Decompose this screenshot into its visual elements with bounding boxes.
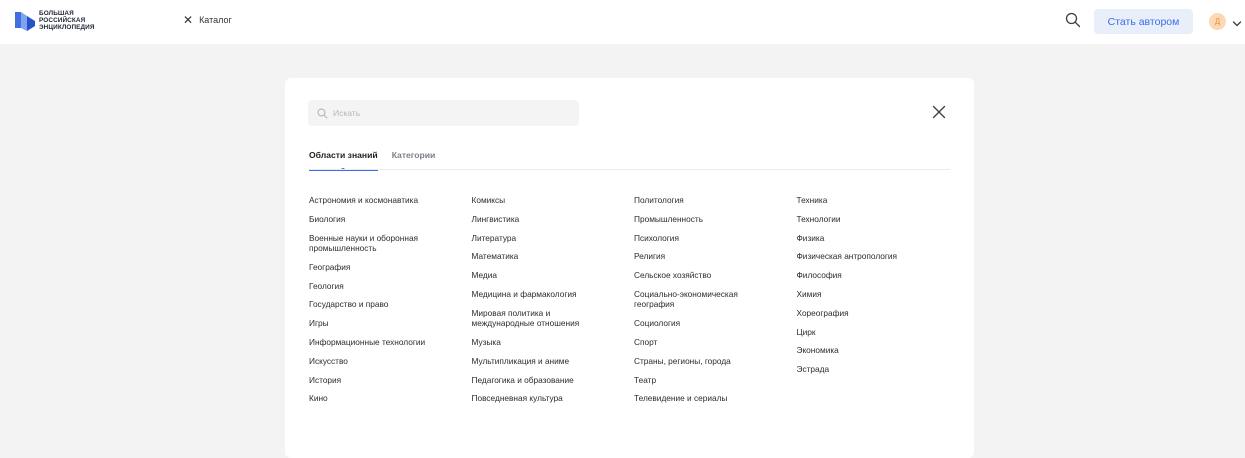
list-item[interactable]: Мультипликация и аниме — [472, 356, 635, 367]
list-item[interactable]: Педагогика и образование — [472, 375, 635, 386]
catalog-tabs: Области знаний Категории — [309, 150, 449, 171]
catalog-search-input[interactable] — [333, 108, 563, 118]
list-item[interactable]: Технологии — [797, 214, 960, 225]
column-1: Астрономия и космонавтика Биология Военн… — [309, 195, 472, 412]
avatar[interactable]: Д — [1209, 13, 1226, 30]
catalog-panel: Области знаний Категории Астрономия и ко… — [285, 78, 974, 458]
search-field-icon — [317, 107, 328, 119]
list-item[interactable]: Техника — [797, 195, 960, 206]
catalog-toggle-button[interactable]: ✕ Каталог — [183, 14, 232, 26]
list-item[interactable]: Медицина и фармакология — [472, 289, 635, 300]
list-item[interactable]: История — [309, 375, 472, 386]
list-item[interactable]: Искусство — [309, 356, 472, 367]
list-item[interactable]: Психология — [634, 233, 797, 244]
column-4: Техника Технологии Физика Физическая ант… — [797, 195, 960, 412]
list-item[interactable]: Философия — [797, 270, 960, 281]
logo-line-1: БОЛЬШАЯ — [39, 9, 74, 17]
list-item[interactable]: Геология — [309, 281, 472, 292]
list-item[interactable]: Физическая антропология — [797, 251, 960, 262]
list-item[interactable]: Математика — [472, 251, 635, 262]
logo-mark-icon — [15, 9, 35, 31]
list-item[interactable]: Физика — [797, 233, 960, 244]
list-item[interactable]: Сельское хозяйство — [634, 270, 797, 281]
list-item[interactable]: Литература — [472, 233, 635, 244]
list-item[interactable]: Государство и право — [309, 299, 472, 310]
catalog-label: Каталог — [199, 15, 232, 25]
list-item[interactable]: Спорт — [634, 337, 797, 348]
list-item[interactable]: Астрономия и космонавтика — [309, 195, 472, 206]
logo-text: БОЛЬШАЯ РОССИЙСКАЯ ЭНЦИКЛОПЕДИЯ — [39, 10, 95, 31]
list-item[interactable]: Социально-экономическая география — [634, 289, 797, 310]
list-item[interactable]: Промышленность — [634, 214, 797, 225]
list-item[interactable]: Комиксы — [472, 195, 635, 206]
list-item[interactable]: Театр — [634, 375, 797, 386]
close-catalog-icon: ✕ — [183, 13, 194, 27]
list-item[interactable]: Игры — [309, 318, 472, 329]
list-item[interactable]: Биология — [309, 214, 472, 225]
list-item[interactable]: Лингвистика — [472, 214, 635, 225]
chevron-down-icon[interactable] — [1232, 16, 1242, 27]
list-item[interactable]: Страны, регионы, города — [634, 356, 797, 367]
list-item[interactable]: Политология — [634, 195, 797, 206]
column-3: Политология Промышленность Психология Ре… — [634, 195, 797, 412]
list-item[interactable]: Медиа — [472, 270, 635, 281]
tabs-divider — [309, 169, 950, 170]
site-logo[interactable]: БОЛЬШАЯ РОССИЙСКАЯ ЭНЦИКЛОПЕДИЯ — [15, 9, 95, 31]
knowledge-areas-grid: Астрономия и космонавтика Биология Военн… — [309, 195, 959, 412]
search-icon[interactable] — [1065, 12, 1081, 28]
list-item[interactable]: Хореография — [797, 308, 960, 319]
become-author-button[interactable]: Стать автором — [1094, 9, 1193, 34]
list-item[interactable]: Кино — [309, 393, 472, 404]
list-item[interactable]: Цирк — [797, 327, 960, 338]
top-navigation-bar: БОЛЬШАЯ РОССИЙСКАЯ ЭНЦИКЛОПЕДИЯ ✕ Катало… — [0, 0, 1245, 44]
logo-line-2: РОССИЙСКАЯ — [39, 16, 86, 24]
list-item[interactable]: Телевидение и сериалы — [634, 393, 797, 404]
tab-categories[interactable]: Категории — [392, 150, 436, 171]
list-item[interactable]: География — [309, 262, 472, 273]
list-item[interactable]: Музыка — [472, 337, 635, 348]
column-2: Комиксы Лингвистика Литература Математик… — [472, 195, 635, 412]
list-item[interactable]: Эстрада — [797, 364, 960, 375]
tab-knowledge-areas[interactable]: Области знаний — [309, 150, 378, 171]
logo-line-3: ЭНЦИКЛОПЕДИЯ — [39, 23, 95, 31]
list-item[interactable]: Информационные технологии — [309, 337, 472, 348]
catalog-search[interactable] — [308, 100, 579, 126]
list-item[interactable]: Социология — [634, 318, 797, 329]
list-item[interactable]: Религия — [634, 251, 797, 262]
list-item[interactable]: Военные науки и оборонная промышленность — [309, 233, 472, 254]
list-item[interactable]: Химия — [797, 289, 960, 300]
list-item[interactable]: Экономика — [797, 345, 960, 356]
list-item[interactable]: Мировая политика и международные отношен… — [472, 308, 635, 329]
close-panel-icon[interactable] — [932, 105, 946, 119]
list-item[interactable]: Повседневная культура — [472, 393, 635, 404]
